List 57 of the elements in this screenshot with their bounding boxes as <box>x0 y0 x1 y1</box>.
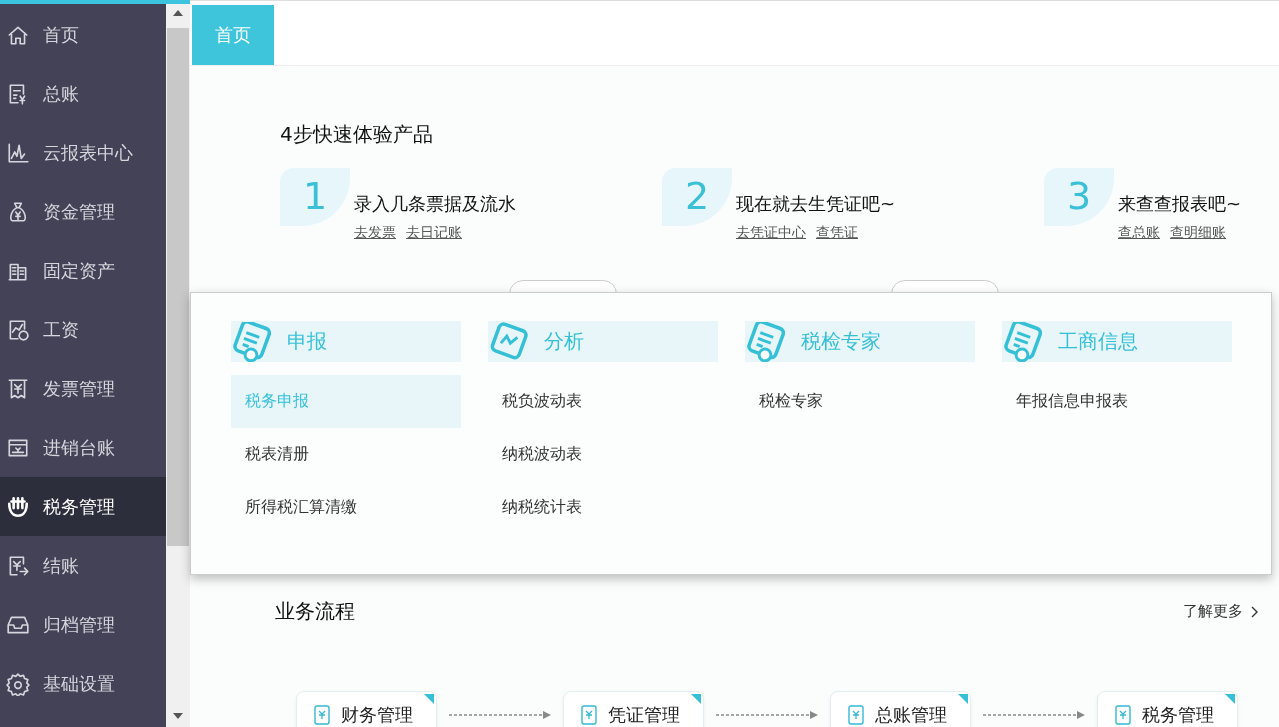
step-number: 1 <box>280 168 350 226</box>
menu-item[interactable]: 年报信息申报表 <box>1002 375 1232 428</box>
document-icon <box>1002 321 1042 362</box>
step-number: 3 <box>1044 168 1114 226</box>
group-header: 税检专家 <box>745 321 975 362</box>
step-number: 2 <box>662 168 732 226</box>
ledger-icon <box>313 705 331 725</box>
sidebar-item[interactable]: 发票管理 <box>0 359 166 418</box>
sidebar-item[interactable]: 结账 <box>0 536 166 595</box>
process-step[interactable]: 财务管理 <box>296 691 437 727</box>
sidebar-item[interactable]: 总账 <box>0 64 166 123</box>
process-step[interactable]: 总账管理 <box>830 691 971 727</box>
group-header: 分析 <box>488 321 718 362</box>
document-icon <box>745 321 785 362</box>
link[interactable]: 去凭证中心 <box>736 224 806 242</box>
menu-item[interactable]: 税表清册 <box>231 428 461 481</box>
menu-item[interactable]: 纳税统计表 <box>488 481 718 534</box>
sidebar-item[interactable]: 云报表中心 <box>0 123 166 182</box>
sidebar-item[interactable]: 资金管理 <box>0 182 166 241</box>
section-title: 4步快速体验产品 <box>280 121 434 148</box>
link[interactable]: 查总账 <box>1118 224 1160 242</box>
chevron-right-icon <box>1251 605 1259 618</box>
sidebar-item[interactable]: 基础设置 <box>0 654 166 713</box>
menu-item[interactable]: 税负波动表 <box>488 375 718 428</box>
corner-triangle-icon <box>958 694 968 704</box>
corner-triangle-icon <box>424 694 434 704</box>
settings-icon <box>6 671 30 696</box>
sidebar-item[interactable]: 固定资产 <box>0 241 166 300</box>
sidebar-item[interactable]: 税务管理 <box>0 477 166 536</box>
scrollbar-thumb[interactable] <box>167 28 189 546</box>
sidebar-item[interactable]: 工资 <box>0 300 166 359</box>
tax-icon <box>6 494 30 519</box>
group-header: 申报 <box>231 321 461 362</box>
scroll-up-icon[interactable] <box>173 10 183 16</box>
section-title: 业务流程 <box>275 598 355 625</box>
link[interactable]: 查明细账 <box>1170 224 1226 242</box>
document-icon <box>231 321 271 362</box>
link[interactable]: 查凭证 <box>816 224 858 242</box>
step-title: 录入几条票据及流水 <box>354 192 516 216</box>
group-header: 工商信息 <box>1002 321 1232 362</box>
step-title: 现在就去生凭证吧~ <box>736 192 896 216</box>
scroll-down-icon[interactable] <box>173 713 183 719</box>
corner-triangle-icon <box>691 694 701 704</box>
sidebar-item[interactable]: 首页 <box>0 5 166 64</box>
process-step[interactable]: 凭证管理 <box>563 691 704 727</box>
menu-item[interactable]: 所得税汇算清缴 <box>231 481 461 534</box>
sidebar-item[interactable]: 进销台账 <box>0 418 166 477</box>
learn-more-link[interactable]: 了解更多 <box>1183 602 1259 621</box>
menu-item[interactable]: 纳税波动表 <box>488 428 718 481</box>
chart-icon <box>488 321 528 362</box>
menu-item[interactable]: 税检专家 <box>745 375 975 428</box>
sidebar-item[interactable]: 归档管理 <box>0 595 166 654</box>
process-step[interactable]: 税务管理 <box>1097 691 1238 727</box>
link[interactable]: 去日记账 <box>406 224 462 242</box>
corner-triangle-icon <box>1225 694 1235 704</box>
link[interactable]: 去发票 <box>354 224 396 242</box>
step-title: 来查查报表吧~ <box>1118 192 1242 216</box>
